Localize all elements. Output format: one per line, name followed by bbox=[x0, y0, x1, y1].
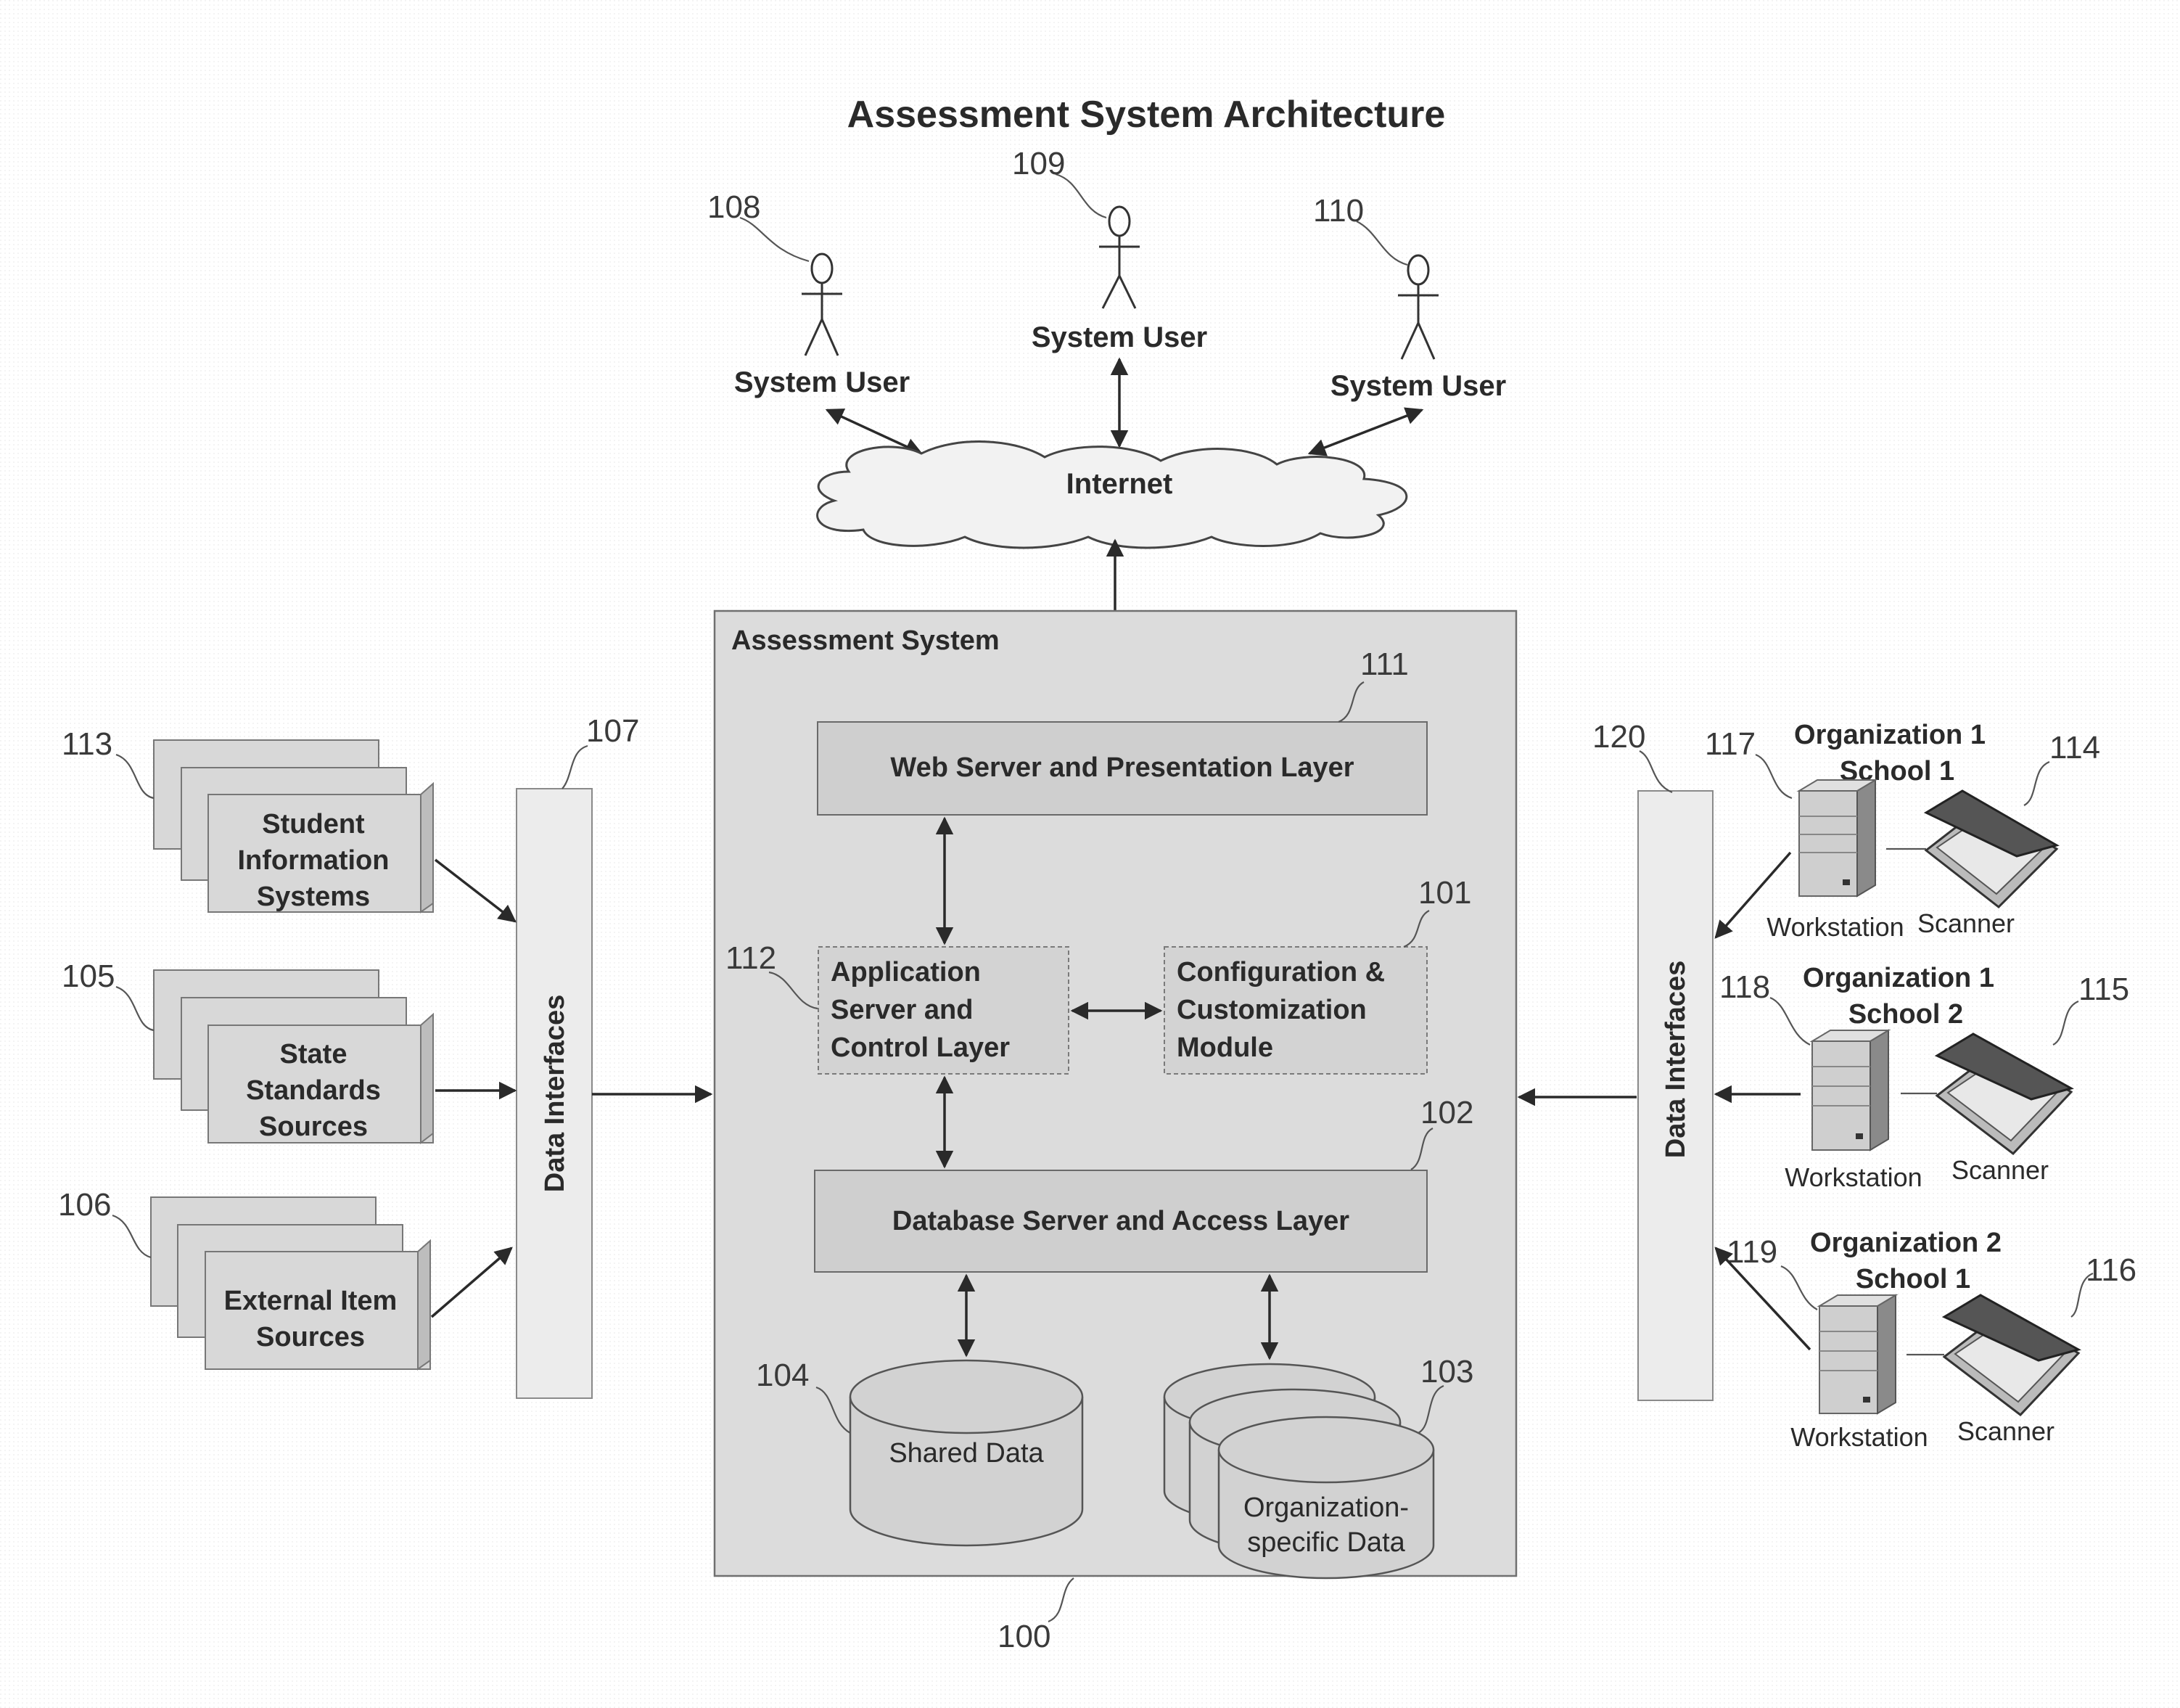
user-label: System User bbox=[1330, 370, 1506, 402]
ref-number: 109 bbox=[1012, 146, 1065, 181]
source-line-2: Sources bbox=[256, 1322, 365, 1352]
org-line-1: Organization 2 bbox=[1810, 1228, 2002, 1258]
ref-number: 105 bbox=[62, 958, 115, 994]
ref-number: 102 bbox=[1420, 1095, 1473, 1130]
assessment-system: Assessment System Web Server and Present… bbox=[713, 609, 1518, 1654]
org-line-1: Organization 1 bbox=[1803, 963, 1994, 993]
ref-number: 107 bbox=[586, 713, 639, 749]
ref-number-100: 100 bbox=[998, 1619, 1050, 1654]
ref-number: 116 bbox=[2086, 1252, 2136, 1288]
ref-number: 114 bbox=[2049, 730, 2100, 765]
workstation-icon bbox=[1796, 779, 1878, 898]
ref-number: 113 bbox=[62, 726, 112, 762]
scanner-label: Scanner bbox=[1957, 1416, 2054, 1446]
web-layer-label: Web Server and Presentation Layer bbox=[890, 752, 1354, 783]
left-data-interfaces-label: Data Interfaces bbox=[540, 995, 570, 1192]
ref-number: 104 bbox=[756, 1358, 809, 1393]
source-line-2: Standards bbox=[246, 1075, 381, 1106]
source-line-1: State bbox=[280, 1039, 347, 1069]
ref-number: 111 bbox=[1360, 646, 1409, 682]
config-line-1: Configuration & bbox=[1177, 957, 1385, 988]
diagram-title: Assessment System Architecture bbox=[847, 94, 1446, 136]
config-line-3: Module bbox=[1177, 1032, 1273, 1063]
ref-number: 119 bbox=[1727, 1234, 1777, 1270]
config-line-2: Customization bbox=[1177, 995, 1367, 1025]
org-line-1: Organization 1 bbox=[1794, 720, 1986, 750]
ref-number: 108 bbox=[707, 189, 760, 225]
source-line-2: Information bbox=[238, 845, 390, 876]
assessment-system-label: Assessment System bbox=[731, 625, 1000, 656]
ref-number: 112 bbox=[725, 940, 776, 976]
source-line-3: Systems bbox=[257, 882, 370, 912]
workstation-icon bbox=[1817, 1294, 1899, 1415]
source-line-3: Sources bbox=[259, 1112, 368, 1142]
workstation-icon bbox=[1809, 1029, 1891, 1151]
ref-number: 103 bbox=[1420, 1354, 1473, 1389]
ref-number: 120 bbox=[1592, 719, 1645, 755]
workstation-label: Workstation bbox=[1785, 1162, 1922, 1192]
ref-number: 106 bbox=[58, 1187, 111, 1223]
app-layer-line-3: Control Layer bbox=[831, 1032, 1010, 1063]
architecture-diagram: Assessment System Architecture 108 Syste… bbox=[0, 0, 2180, 1708]
scanner-label: Scanner bbox=[1917, 908, 2015, 938]
user-label: System User bbox=[1032, 321, 1207, 353]
source-line-1: Student bbox=[262, 809, 365, 839]
org-line-2: School 2 bbox=[1848, 999, 1963, 1030]
internet-label: Internet bbox=[1066, 468, 1173, 500]
org-line-2: School 1 bbox=[1856, 1264, 1970, 1294]
right-data-interfaces-label: Data Interfaces bbox=[1661, 961, 1691, 1158]
internet-cloud: Internet bbox=[816, 440, 1408, 549]
workstation-label: Workstation bbox=[1766, 912, 1904, 942]
ref-number: 101 bbox=[1418, 875, 1471, 911]
workstation-label: Workstation bbox=[1790, 1422, 1928, 1452]
org-data-line-2: specific Data bbox=[1247, 1527, 1405, 1558]
app-layer-line-1: Application bbox=[831, 957, 981, 988]
ref-number: 115 bbox=[2078, 972, 2129, 1007]
user-label: System User bbox=[734, 366, 910, 398]
db-layer-label: Database Server and Access Layer bbox=[892, 1206, 1349, 1236]
ref-number: 110 bbox=[1313, 193, 1364, 229]
shared-data-label: Shared Data bbox=[889, 1438, 1044, 1469]
scanner-label: Scanner bbox=[1951, 1155, 2049, 1185]
ref-number: 118 bbox=[1719, 969, 1770, 1005]
ref-number: 117 bbox=[1705, 726, 1756, 762]
org-data-line-1: Organization- bbox=[1243, 1493, 1409, 1523]
source-line-1: External Item bbox=[224, 1286, 398, 1316]
app-layer-line-2: Server and bbox=[831, 995, 973, 1025]
